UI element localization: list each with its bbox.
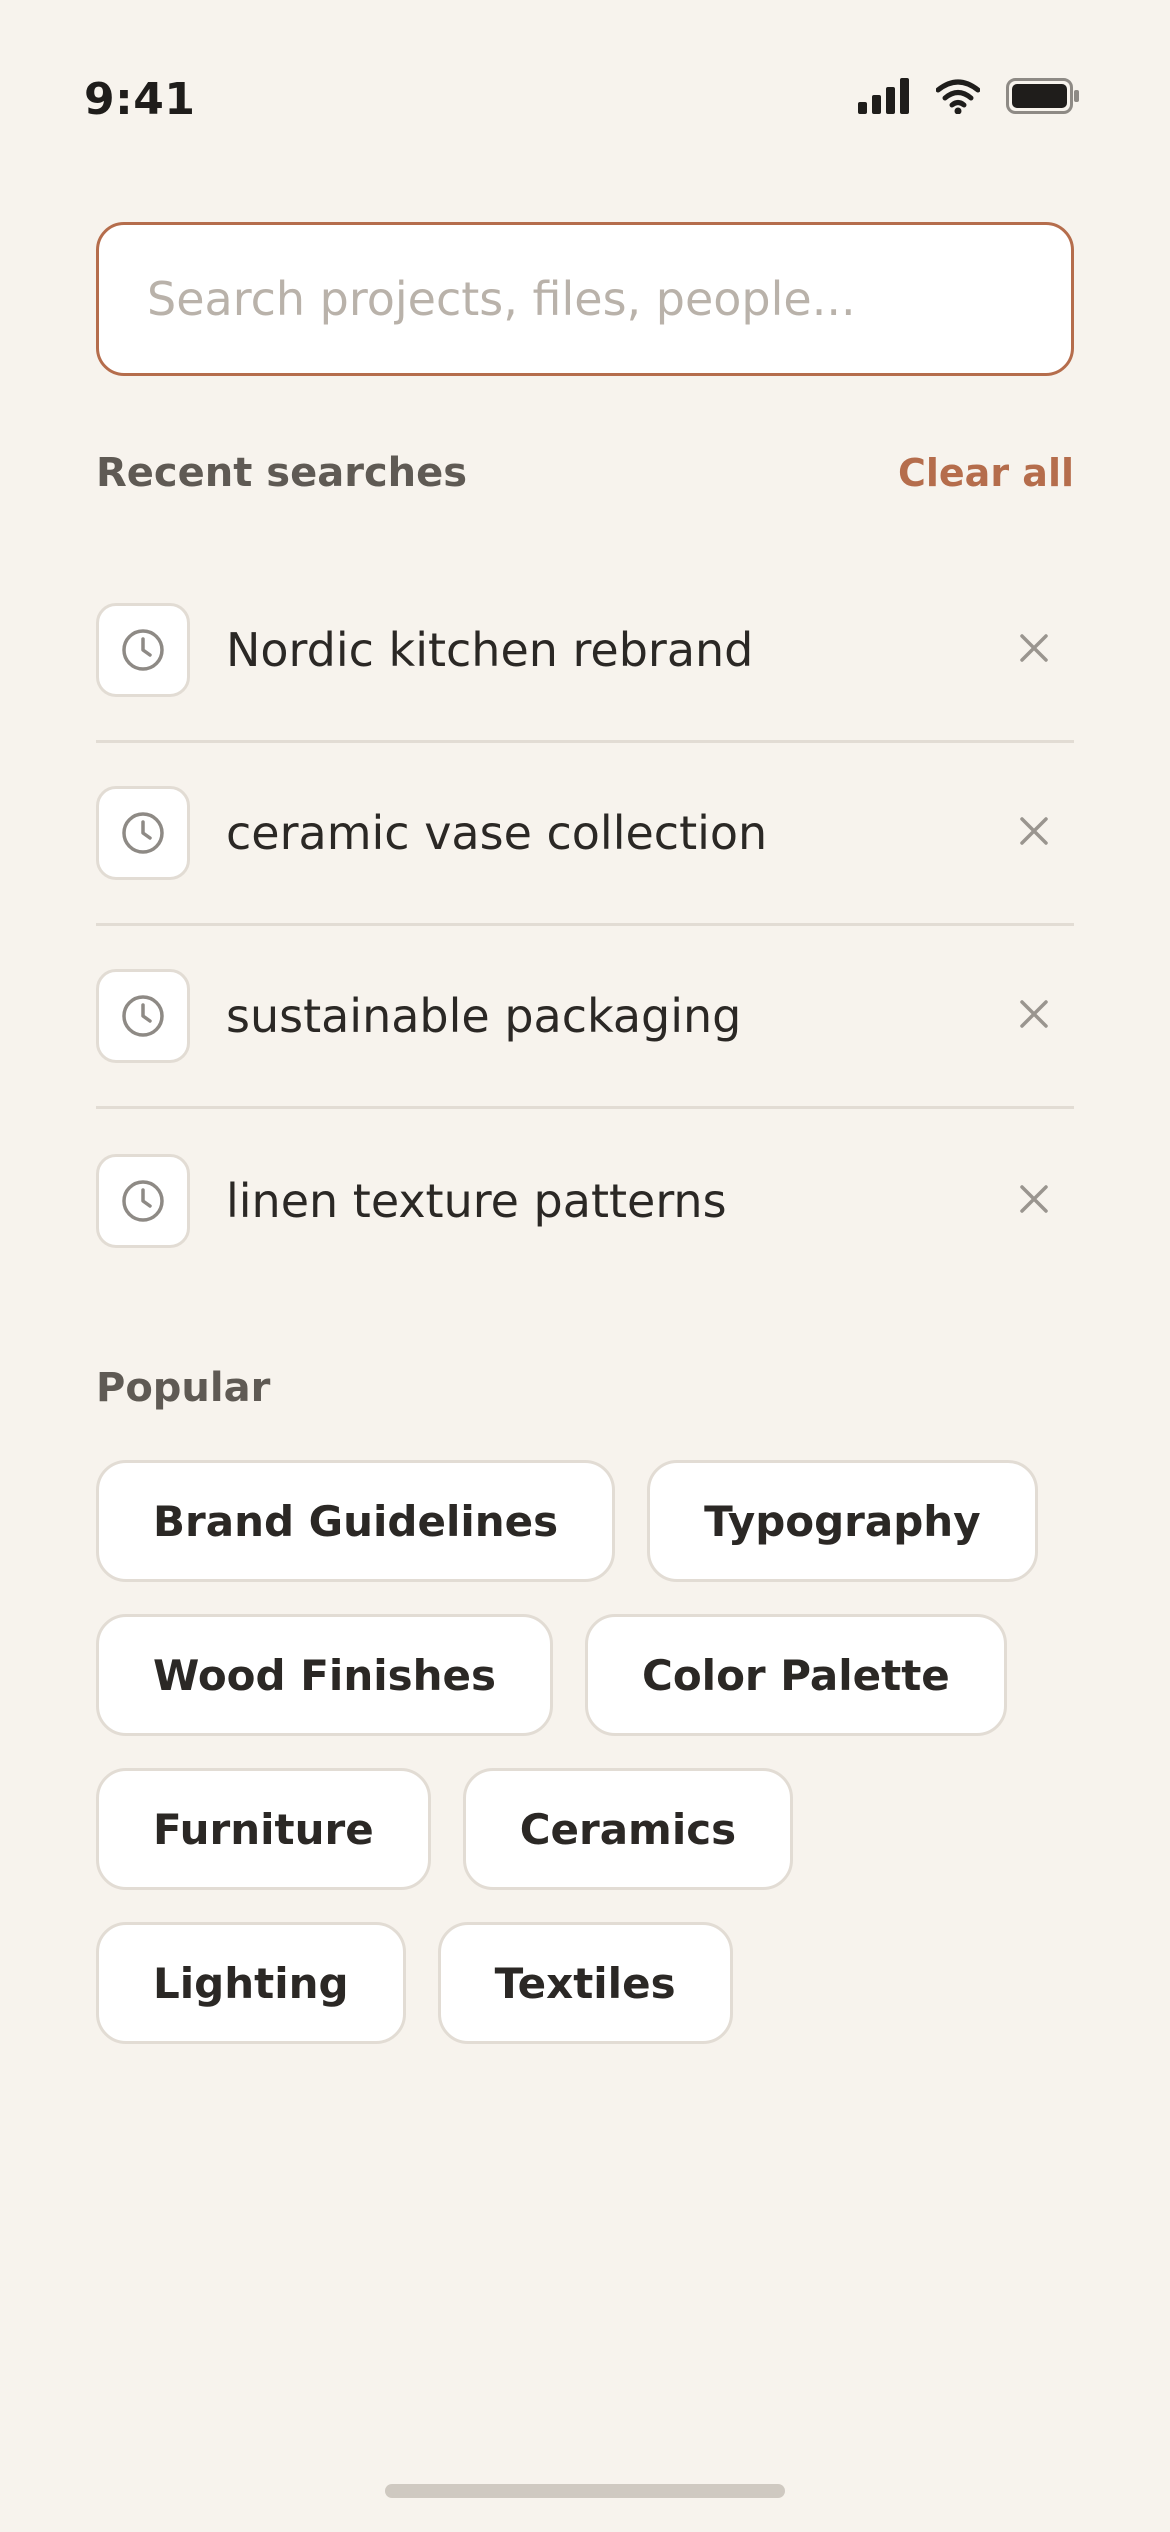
- home-indicator[interactable]: [385, 2484, 785, 2498]
- clock-icon: [96, 786, 190, 880]
- remove-recent-button[interactable]: [1002, 1169, 1066, 1233]
- popular-chip[interactable]: Textiles: [437, 1922, 733, 2044]
- status-icons: [858, 78, 1080, 118]
- popular-chip[interactable]: Wood Finishes: [96, 1614, 553, 1736]
- recent-search-item[interactable]: Nordic kitchen rebrand: [96, 560, 1074, 743]
- remove-recent-button[interactable]: [1002, 984, 1066, 1048]
- popular-title: Popular: [96, 1365, 271, 1411]
- cellular-signal-icon: [858, 78, 910, 118]
- recent-search-item[interactable]: sustainable packaging: [96, 926, 1074, 1109]
- recent-searches-header: Recent searches Clear all: [96, 450, 1074, 496]
- recent-searches-title: Recent searches: [96, 450, 468, 496]
- clock-icon: [96, 969, 190, 1063]
- popular-chip[interactable]: Furniture: [96, 1768, 431, 1890]
- close-icon: [1019, 633, 1049, 667]
- close-icon: [1019, 999, 1049, 1033]
- popular-chip[interactable]: Color Palette: [585, 1614, 1007, 1736]
- battery-icon: [1006, 78, 1080, 118]
- status-bar: 9:41: [0, 0, 1170, 190]
- popular-chips: Brand Guidelines Typography Wood Finishe…: [96, 1460, 1074, 2044]
- popular-chip[interactable]: Brand Guidelines: [96, 1460, 616, 1582]
- recent-search-label: ceramic vase collection: [226, 806, 768, 860]
- recent-search-label: linen texture patterns: [226, 1173, 727, 1228]
- wifi-icon: [935, 78, 981, 118]
- remove-recent-button[interactable]: [1002, 801, 1066, 865]
- clear-all-button[interactable]: Clear all: [898, 451, 1074, 495]
- status-time: 9:41: [84, 74, 196, 125]
- recent-search-item[interactable]: linen texture patterns: [96, 1109, 1074, 1292]
- popular-chip[interactable]: Ceramics: [462, 1768, 794, 1890]
- search-input[interactable]: [99, 225, 1071, 373]
- recent-search-label: Nordic kitchen rebrand: [226, 623, 754, 677]
- clock-icon: [96, 603, 190, 697]
- popular-chip[interactable]: Typography: [647, 1460, 1038, 1582]
- close-icon: [1019, 1184, 1049, 1218]
- popular-chip[interactable]: Lighting: [96, 1922, 406, 2044]
- clock-icon: [96, 1153, 190, 1248]
- recent-searches-list: Nordic kitchen rebrand ceramic vase coll…: [96, 560, 1074, 1292]
- recent-search-item[interactable]: ceramic vase collection: [96, 743, 1074, 926]
- close-icon: [1019, 816, 1049, 850]
- recent-search-label: sustainable packaging: [226, 989, 742, 1043]
- remove-recent-button[interactable]: [1002, 618, 1066, 682]
- search-field-container[interactable]: [96, 222, 1074, 376]
